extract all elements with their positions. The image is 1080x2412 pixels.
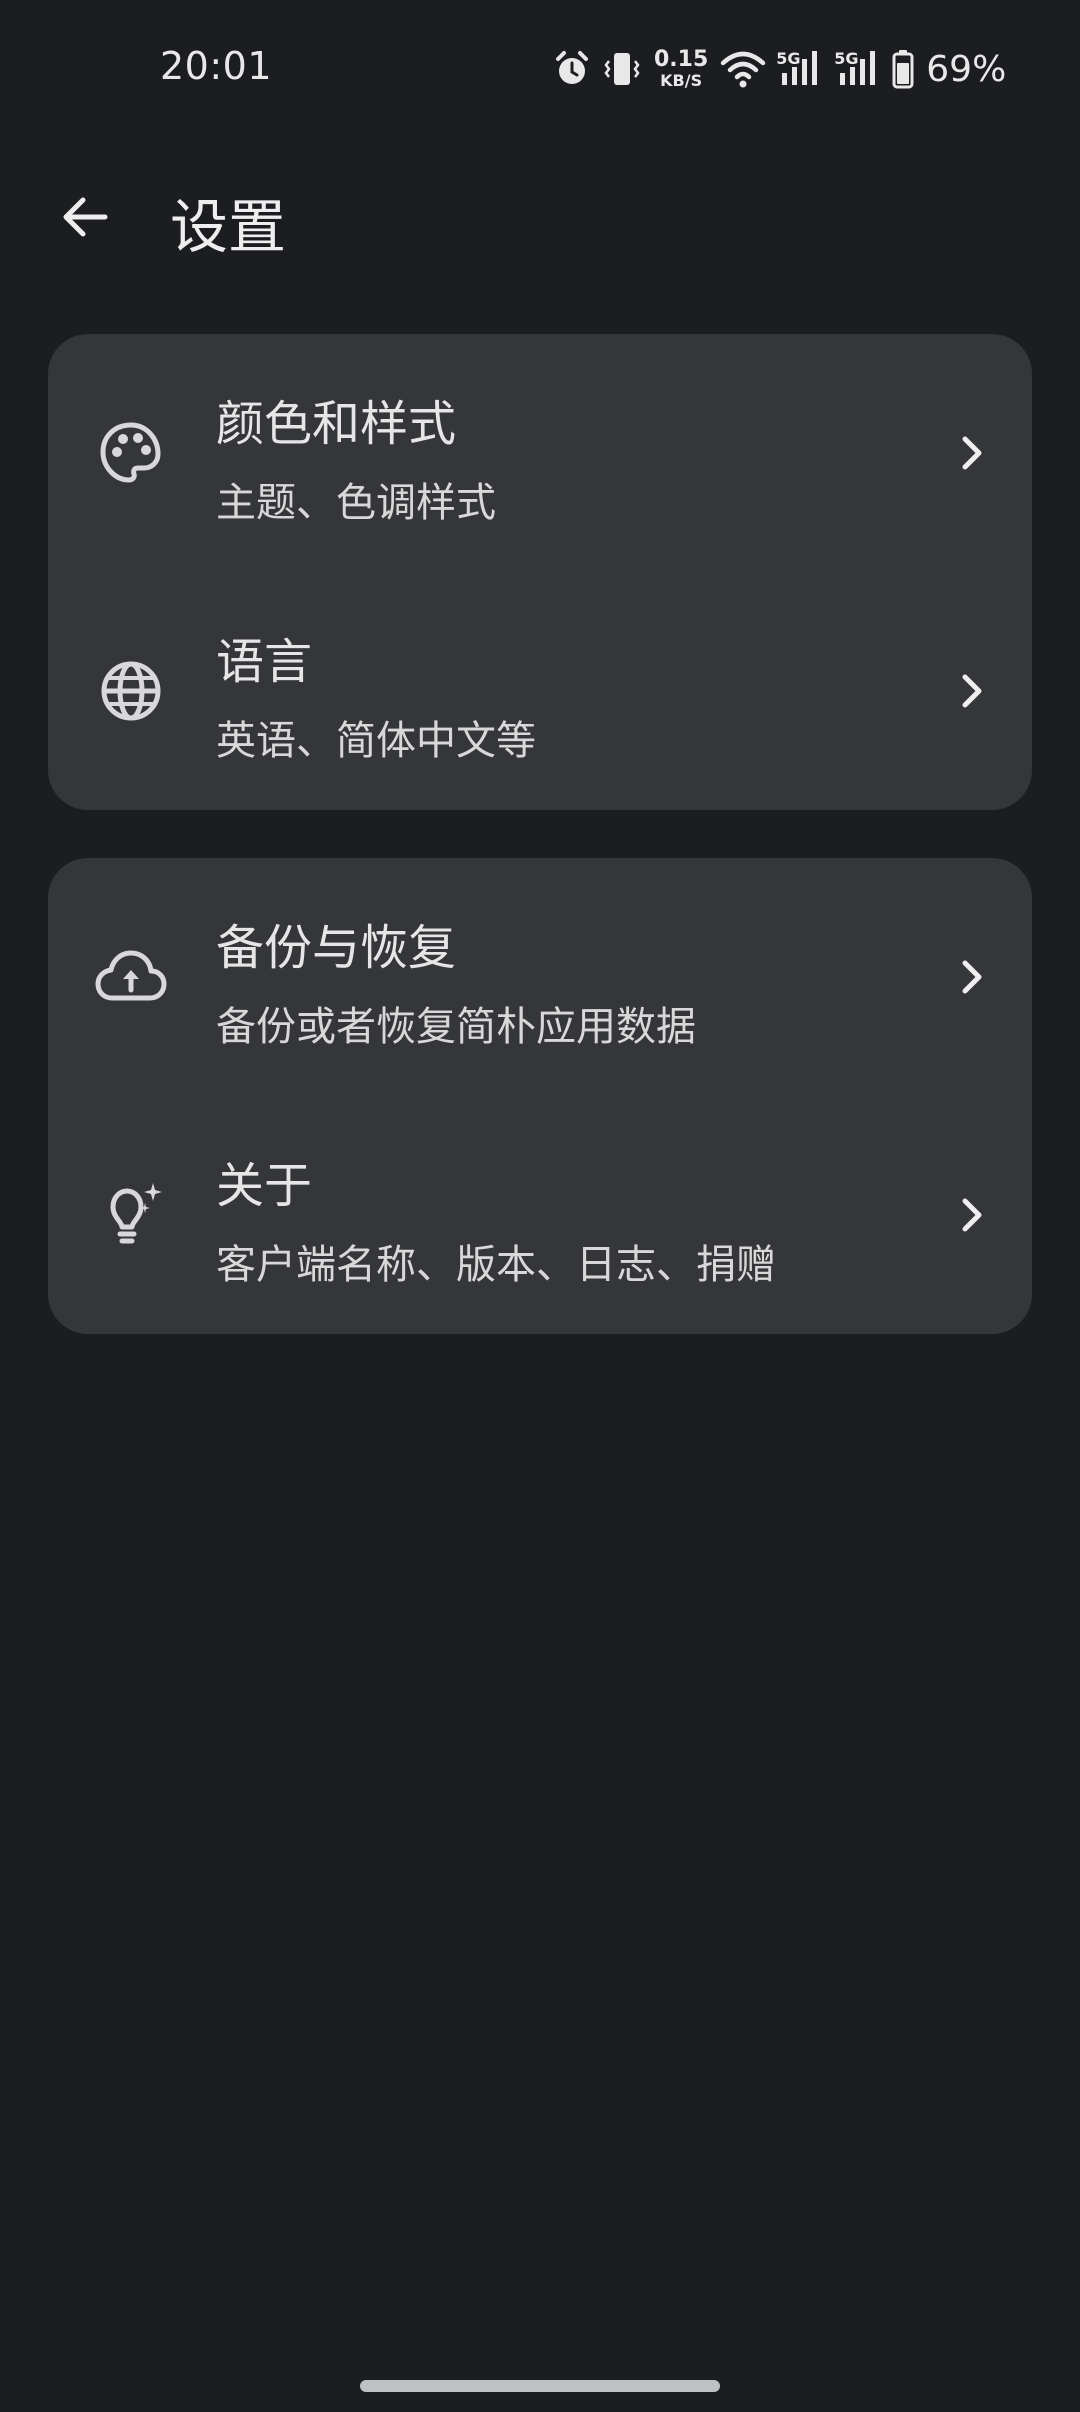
alarm-icon <box>556 51 588 84</box>
settings-item-subtitle: 备份或者恢复简朴应用数据 <box>216 1004 696 1050</box>
chevron-right-icon <box>946 428 996 478</box>
settings-item-language[interactable]: 语言 英语、简体中文等 <box>48 572 1032 810</box>
settings-item-title: 备份与恢复 <box>216 920 457 976</box>
battery-percent: 69% <box>926 48 1007 90</box>
arrow-back-icon <box>63 197 108 237</box>
settings-item-subtitle: 客户端名称、版本、日志、捐赠 <box>216 1242 776 1288</box>
globe-icon <box>94 654 168 728</box>
palette-icon <box>94 416 168 490</box>
network-speed: 0.15 KB/S <box>654 49 708 89</box>
lightbulb-sparkle-icon <box>94 1178 168 1252</box>
settings-item-subtitle: 英语、简体中文等 <box>216 718 536 764</box>
settings-item-title: 颜色和样式 <box>216 396 457 452</box>
settings-item-about[interactable]: 关于 客户端名称、版本、日志、捐赠 <box>48 1096 1032 1334</box>
network-speed-value: 0.15 <box>654 47 709 72</box>
settings-group-system: 备份与恢复 备份或者恢复简朴应用数据 关于 客户端名称、版本、日志、捐赠 <box>48 858 1032 1334</box>
chevron-right-icon <box>946 666 996 716</box>
settings-item-backup-restore[interactable]: 备份与恢复 备份或者恢复简朴应用数据 <box>48 858 1032 1096</box>
chevron-right-icon <box>946 1190 996 1240</box>
signal-sim1-icon: 5G <box>776 49 824 89</box>
settings-item-title: 关于 <box>216 1158 313 1214</box>
status-icons: 0.15 KB/S 5G 5G 69% <box>552 44 1006 94</box>
settings-item-title: 语言 <box>216 634 313 690</box>
settings-group-appearance: 颜色和样式 主题、色调样式 语言 英语、简体中文等 <box>48 334 1032 810</box>
chevron-right-icon <box>946 952 996 1002</box>
back-button[interactable] <box>40 182 130 252</box>
wifi-icon <box>721 51 766 88</box>
cloud-upload-icon <box>94 940 168 1014</box>
settings-item-subtitle: 主题、色调样式 <box>216 480 496 526</box>
vibrate-icon <box>604 53 640 85</box>
home-indicator[interactable] <box>360 2380 720 2392</box>
settings-item-colors-and-style[interactable]: 颜色和样式 主题、色调样式 <box>48 334 1032 572</box>
page-title: 设置 <box>170 193 287 261</box>
signal-sim2-icon: 5G <box>834 49 882 89</box>
app-bar: 设置 <box>0 160 1080 270</box>
status-time: 20:01 <box>160 44 273 88</box>
status-bar: 20:01 0.15 KB/S 5G 5G 69% <box>0 0 1080 140</box>
battery-icon <box>892 50 914 89</box>
network-speed-unit: KB/S <box>660 71 703 90</box>
